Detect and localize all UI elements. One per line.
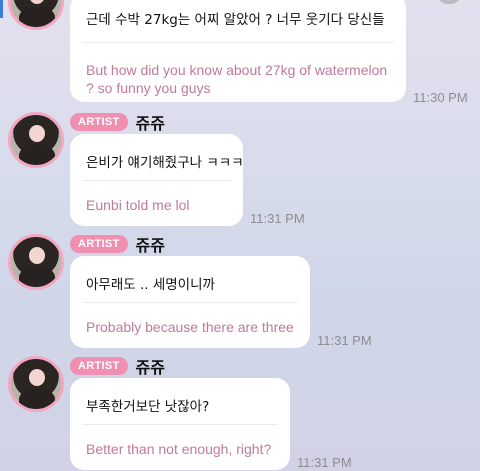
- sender-name: 쥬쥬: [135, 114, 165, 133]
- translation-text: Probably because there are three: [86, 319, 294, 335]
- left-edge-marker: [0, 0, 3, 18]
- message-timestamp: 11:31 PM: [317, 333, 372, 348]
- bubble-divider: [82, 180, 231, 181]
- artist-badge: ARTIST: [70, 357, 128, 375]
- sender-row: ARTIST 쥬쥬: [70, 232, 165, 256]
- artist-badge: ARTIST: [70, 235, 128, 253]
- sender-row: ARTIST 쥬쥬: [70, 354, 165, 378]
- bubble-divider: [82, 424, 278, 425]
- artist-avatar[interactable]: [8, 112, 64, 168]
- message-bubble[interactable]: 아무래도 .. 세명이니까 Probably because there are…: [70, 256, 310, 348]
- original-text: 근데 수박 27kg는 어찌 알았어 ? 너무 웃기다 당신들: [86, 12, 385, 28]
- chat-area: 근데 수박 27kg는 어찌 알았어 ? 너무 웃기다 당신들 But how …: [0, 0, 480, 471]
- original-text: 부족한거보단 낫잖아?: [86, 399, 210, 415]
- message-timestamp: 11:30 PM: [413, 90, 468, 105]
- message-bubble[interactable]: 부족한거보단 낫잖아? Better than not enough, righ…: [70, 378, 290, 470]
- message-bubble[interactable]: 근데 수박 27kg는 어찌 알았어 ? 너무 웃기다 당신들 But how …: [70, 0, 406, 102]
- translation-text: Eunbi told me lol: [86, 197, 190, 213]
- translation-text: But how did you know about 27kg of water…: [86, 62, 388, 96]
- message-timestamp: 11:31 PM: [297, 455, 352, 470]
- bubble-divider: [82, 42, 394, 43]
- sender-row: ARTIST 쥬쥬: [70, 110, 165, 134]
- artist-avatar[interactable]: [8, 356, 64, 412]
- artist-avatar[interactable]: [8, 0, 64, 30]
- translation-text: Better than not enough, right?: [86, 441, 272, 457]
- message-bubble[interactable]: 은비가 얘기해줬구나 ㅋㅋㅋ Eunbi told me lol: [70, 134, 244, 226]
- original-text: 아무래도 .. 세명이니까: [86, 277, 215, 293]
- message-timestamp: 11:31 PM: [250, 211, 305, 226]
- artist-badge: ARTIST: [70, 113, 128, 131]
- sender-name: 쥬쥬: [135, 236, 165, 255]
- original-text: 은비가 얘기해줬구나 ㅋㅋㅋ: [86, 155, 244, 171]
- bubble-divider: [82, 302, 298, 303]
- sender-name: 쥬쥬: [135, 358, 165, 377]
- artist-avatar[interactable]: [8, 234, 64, 290]
- scroll-button[interactable]: [436, 0, 462, 4]
